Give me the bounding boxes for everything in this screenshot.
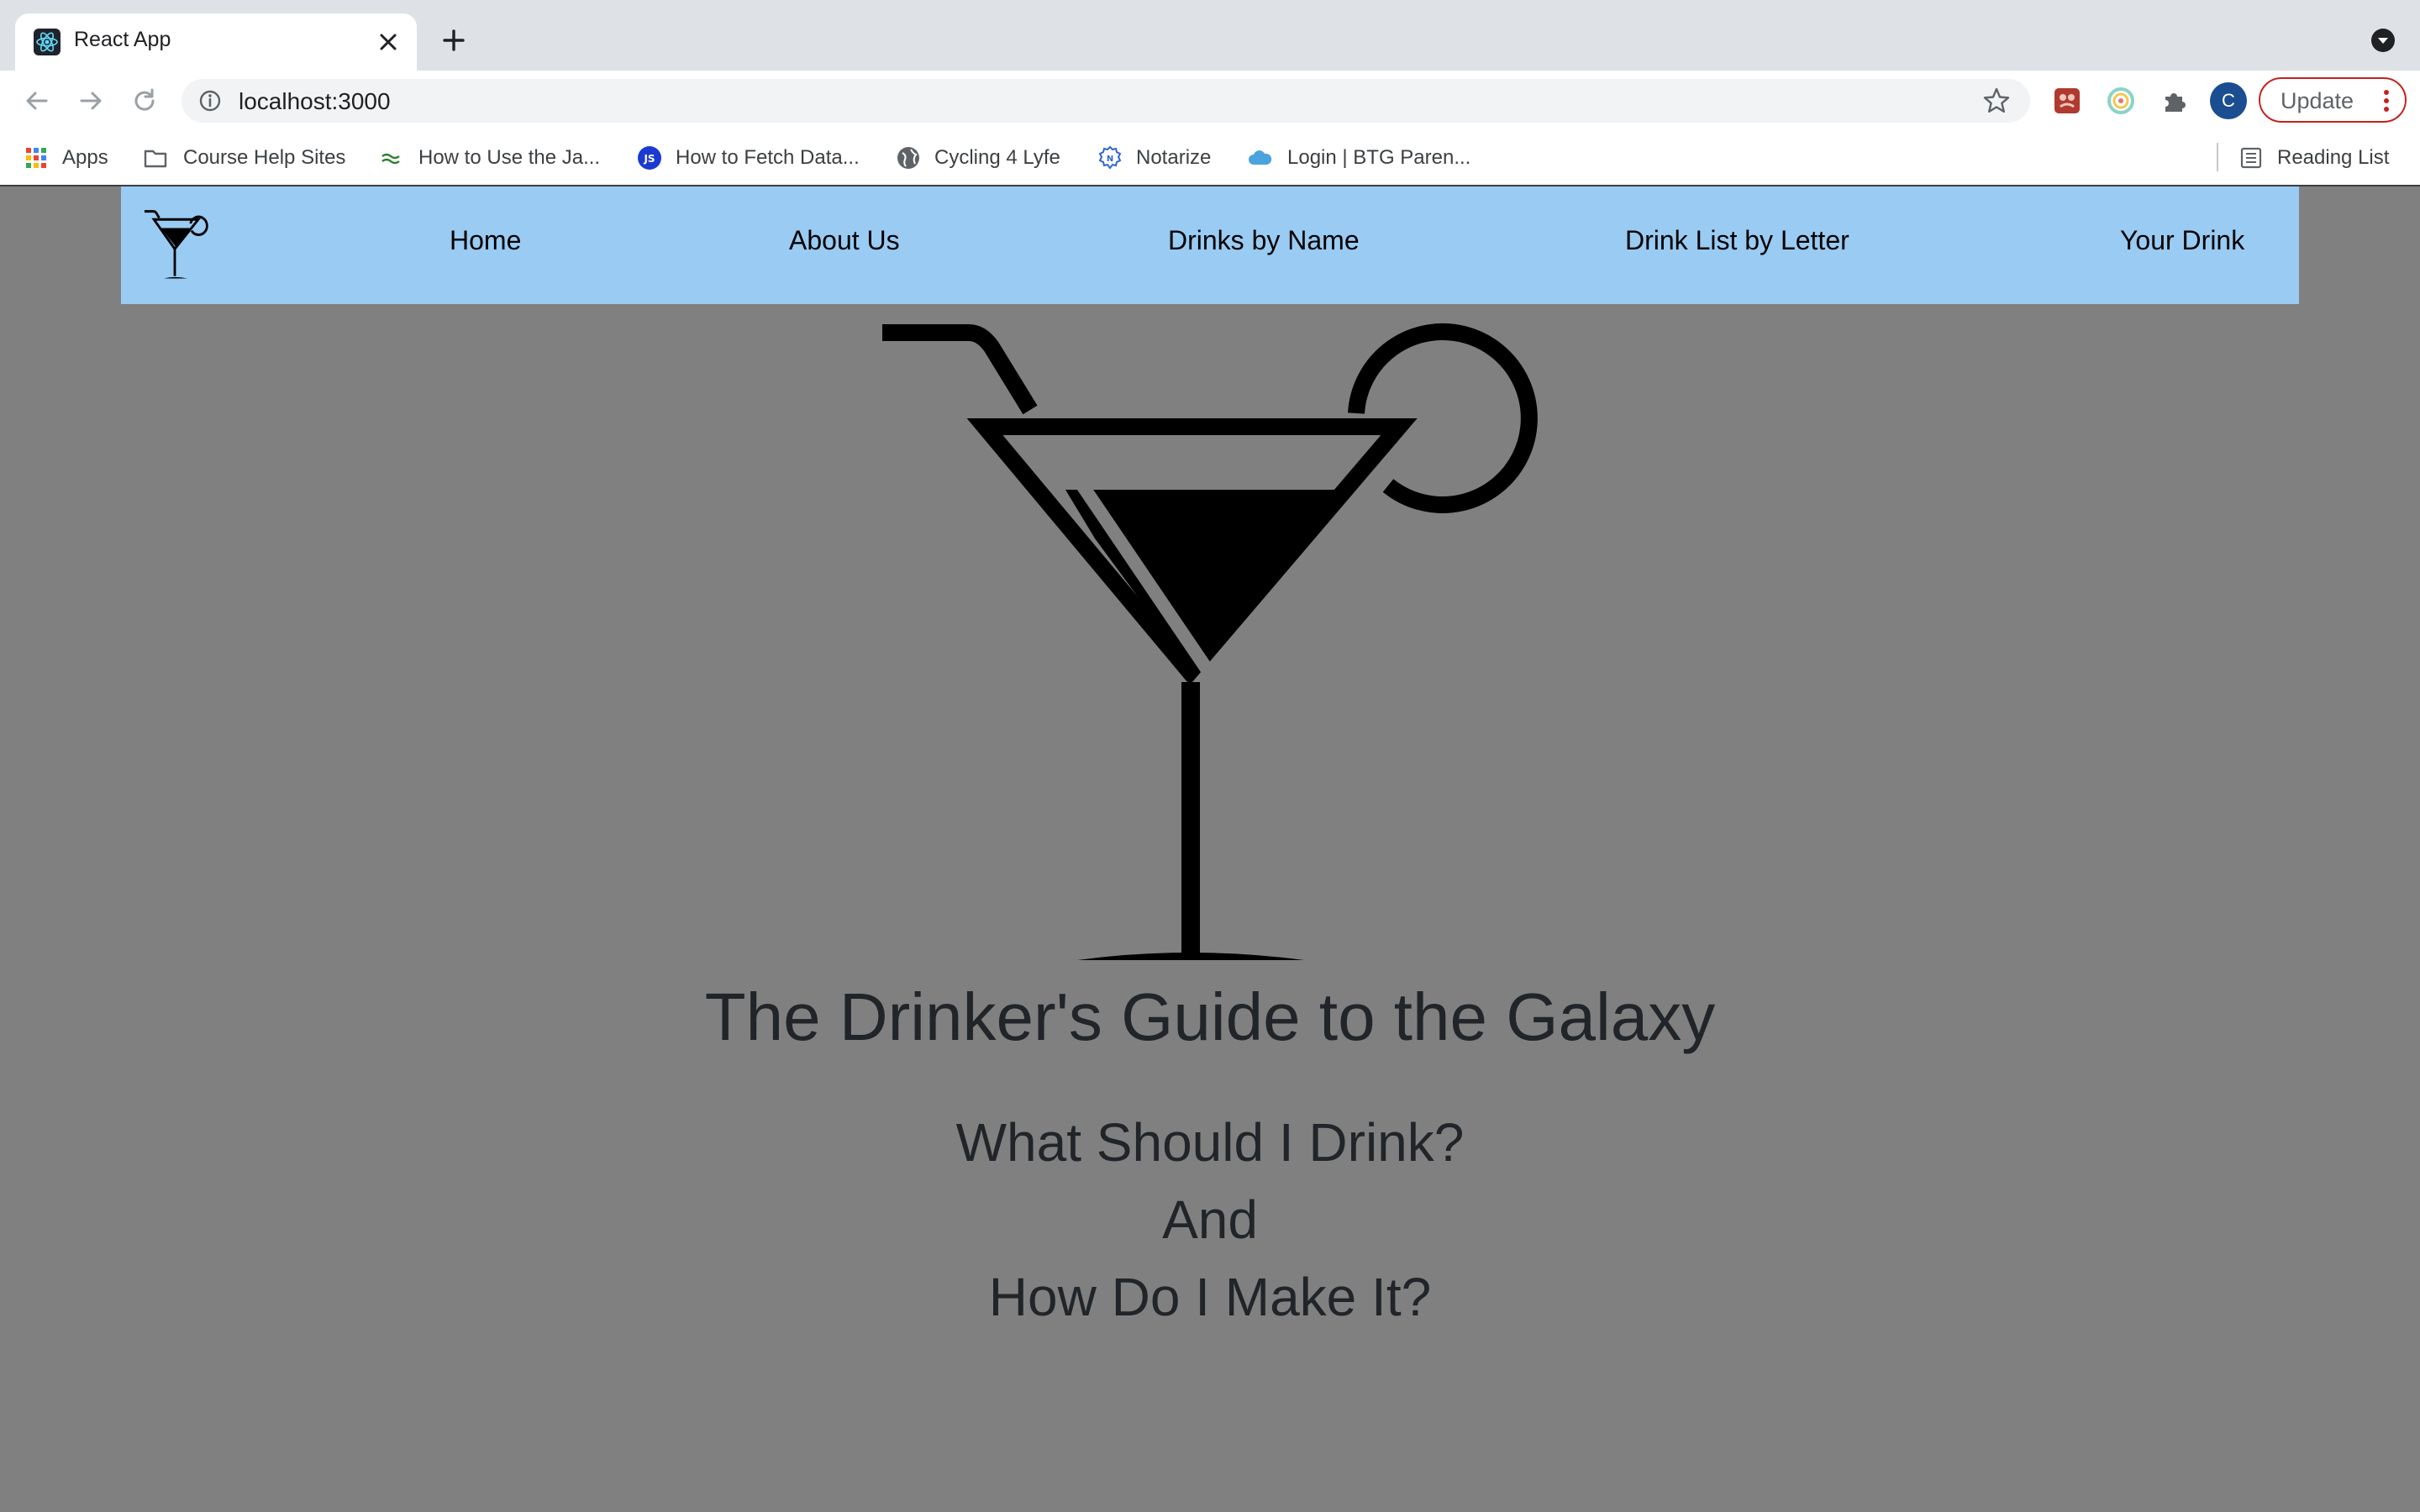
bookmark-star-icon[interactable] <box>1981 86 2012 116</box>
notarize-icon: N <box>1098 145 1122 170</box>
bookmark-label: Login | BTG Paren... <box>1287 146 1471 169</box>
bookmark-label: How to Fetch Data... <box>676 146 860 169</box>
nav-link-home[interactable]: Home <box>450 225 521 256</box>
browser-tab[interactable]: React App <box>15 13 417 71</box>
browser-chrome: React App localhost:3000 C Update Apps C… <box>0 0 2420 186</box>
address-bar[interactable]: localhost:3000 <box>182 79 2030 123</box>
link-icon <box>381 153 400 165</box>
update-button[interactable]: Update <box>2259 77 2407 123</box>
bookmark-label: Apps <box>62 146 108 169</box>
nav-link-your-drink[interactable]: Your Drink <box>2120 225 2244 256</box>
browser-toolbar: localhost:3000 C Update <box>0 71 2420 131</box>
js-icon: JS <box>638 146 661 170</box>
bookmark-label: Cycling 4 Lyfe <box>934 146 1060 169</box>
nav-link-about-us[interactable]: About Us <box>789 225 900 256</box>
more-menu-icon[interactable] <box>2383 88 2390 113</box>
update-button-label: Update <box>2281 88 2354 113</box>
profile-avatar[interactable]: C <box>2210 82 2247 119</box>
back-arrow-icon[interactable] <box>20 84 54 118</box>
tab-strip: React App <box>0 0 2420 71</box>
extension-circle-icon[interactable] <box>2104 84 2138 118</box>
reading-list-icon <box>2240 147 2262 169</box>
subtitle-line-3: How Do I Make It? <box>988 1267 1432 1327</box>
cocktail-logo-icon[interactable] <box>145 210 212 279</box>
nav-link-drinks-by-name[interactable]: Drinks by Name <box>1168 225 1360 256</box>
forward-arrow-icon[interactable] <box>74 84 108 118</box>
bookmark-how-to-fetch[interactable]: JS How to Fetch Data... <box>637 131 860 185</box>
tab-title: React App <box>74 28 171 51</box>
reading-list-label: Reading List <box>2277 146 2390 169</box>
bookmark-label: Course Help Sites <box>183 146 346 169</box>
info-icon[interactable] <box>197 87 224 114</box>
globe-icon <box>897 147 919 169</box>
url-text: localhost:3000 <box>239 88 391 114</box>
bookmark-course-help-sites[interactable]: Course Help Sites <box>141 131 345 185</box>
bookmark-label: How to Use the Ja... <box>418 146 601 169</box>
folder-icon <box>144 150 167 168</box>
extensions-puzzle-icon[interactable] <box>2158 84 2191 118</box>
cloud-icon <box>1249 150 1272 165</box>
reading-list-button[interactable]: Reading List <box>2238 131 2389 185</box>
bookmark-notarize[interactable]: N Notarize <box>1097 131 1211 185</box>
page-title: The Drinker's Guide to the Galaxy <box>704 979 1716 1054</box>
subtitle-line-1: What Should I Drink? <box>955 1112 1465 1173</box>
react-logo-icon <box>34 29 60 55</box>
bookmark-label: Notarize <box>1136 146 1212 169</box>
svg-text:JS: JS <box>643 153 655 165</box>
bookmark-login-btg[interactable]: Login | BTG Paren... <box>1245 131 1470 185</box>
svg-text:N: N <box>1107 155 1113 164</box>
extension-red-icon[interactable] <box>2050 84 2084 118</box>
bookmarks-bar: Apps Course Help Sites How to Use the Ja… <box>0 131 2420 185</box>
bookmark-how-to-use[interactable]: How to Use the Ja... <box>380 131 600 185</box>
bookmark-cycling[interactable]: Cycling 4 Lyfe <box>896 131 1060 185</box>
tab-search-icon[interactable] <box>2370 27 2396 54</box>
bookmark-apps[interactable]: Apps <box>24 131 108 185</box>
close-tab-icon[interactable] <box>371 25 405 59</box>
reload-icon[interactable] <box>128 84 161 118</box>
bookmarks-divider <box>2217 143 2218 171</box>
subtitle-line-2: And <box>1162 1189 1258 1250</box>
apps-grid-icon <box>26 148 46 168</box>
nav-link-drink-list-by-letter[interactable]: Drink List by Letter <box>1625 225 1849 256</box>
cocktail-glass-icon <box>874 319 1546 962</box>
new-tab-icon[interactable] <box>437 24 471 57</box>
site-navbar: Home About Us Drinks by Name Drink List … <box>121 186 2299 304</box>
